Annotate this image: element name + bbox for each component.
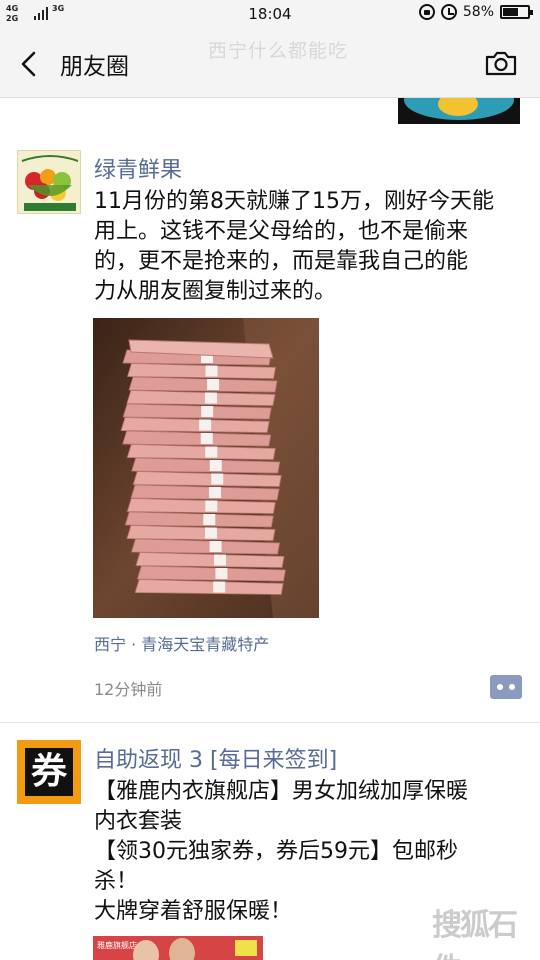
- coupon-glyph: 券: [25, 748, 73, 796]
- status-right: 58%: [418, 4, 533, 20]
- avatar-coupon[interactable]: 券: [17, 740, 81, 804]
- money-stack-photo[interactable]: [93, 318, 319, 618]
- post-divider: [0, 722, 540, 723]
- post-time: 12分钟前: [94, 680, 163, 699]
- status-bar: 4G 2G 3G 18:04 58%: [0, 0, 540, 30]
- rotation-lock-icon: [418, 4, 435, 20]
- product-banner-thumb[interactable]: 雅鹿旗舰店: [93, 936, 263, 960]
- post-location[interactable]: 西宁 · 青海天宝青藏特产: [94, 631, 269, 655]
- avatar-fruit-shop[interactable]: [17, 150, 81, 214]
- chevron-left-icon[interactable]: [14, 48, 46, 80]
- battery-percent: 58%: [462, 4, 494, 20]
- comment-button[interactable]: [490, 675, 522, 699]
- camera-icon[interactable]: [484, 48, 518, 78]
- post-text: 11月份的第8天就赚了15万，刚好今天能 用上。这钱不是父母给的，也不是偷来 的…: [94, 187, 526, 307]
- post-text-line: 力从朋友圈复制过来的。: [94, 279, 337, 304]
- post-text-line: 内衣套装: [94, 809, 183, 834]
- cover-image[interactable]: [398, 98, 520, 124]
- nav-ghost-text: 西宁什么都能吃: [208, 40, 349, 62]
- post-text-line: 11月份的第8天就赚了15万，刚好今天能: [94, 189, 494, 214]
- post-text-line: 的，更不是抢来的，而是靠我自己的能: [94, 249, 469, 274]
- post-author[interactable]: 自助返现 3 [每日来签到]: [94, 742, 337, 774]
- post-text-line: 用上。这钱不是父母给的，也不是偷来: [94, 219, 469, 244]
- post-text-line: 【雅鹿内衣旗舰店】男女加绒加厚保暖: [94, 779, 469, 804]
- banner-tag: 雅鹿旗舰店: [97, 941, 137, 950]
- post-text-line: 杀！: [94, 869, 139, 894]
- post-author[interactable]: 绿青鲜果: [94, 152, 182, 184]
- page-title: 朋友圈: [60, 54, 129, 80]
- battery-icon: [500, 5, 533, 19]
- nav-bar: 西宁什么都能吃 朋友圈: [0, 30, 540, 98]
- post-text-line: 【领30元独家券，券后59元】包邮秒: [94, 839, 458, 864]
- alarm-icon: [440, 4, 457, 20]
- watermark: 搜狐石件: [432, 908, 518, 960]
